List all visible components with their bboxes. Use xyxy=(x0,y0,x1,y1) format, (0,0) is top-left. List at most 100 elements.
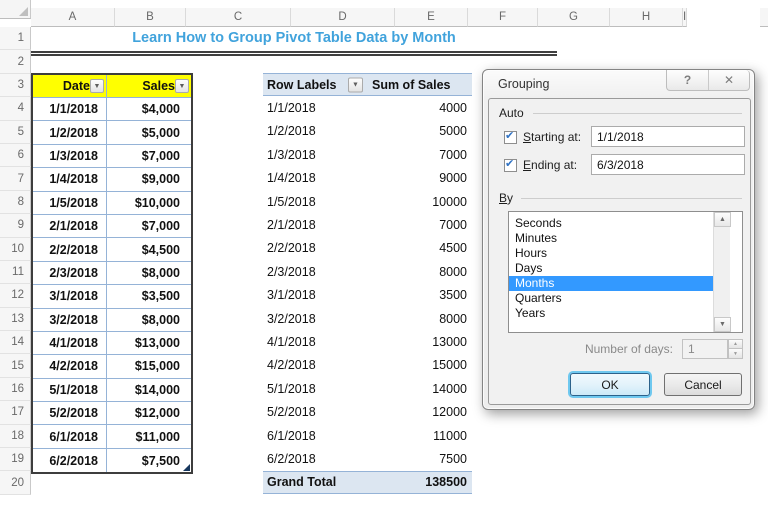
by-option[interactable]: Days xyxy=(509,261,726,276)
sales-cell[interactable]: $3,500 xyxy=(107,285,191,308)
sales-cell[interactable]: $11,000 xyxy=(107,425,191,448)
date-cell[interactable]: 2/2/2018 xyxy=(33,238,107,261)
row-header[interactable]: 17 xyxy=(0,401,31,424)
starting-at-checkbox[interactable]: ✔ xyxy=(504,131,517,144)
by-option[interactable]: Quarters xyxy=(509,291,726,306)
sales-cell[interactable]: $8,000 xyxy=(107,262,191,285)
close-icon[interactable]: ✕ xyxy=(708,70,749,90)
date-cell[interactable]: 1/4/2018 xyxy=(33,168,107,191)
column-header[interactable]: I xyxy=(683,8,687,27)
pivot-value-cell[interactable]: 7500 xyxy=(368,447,472,470)
column-header[interactable]: D xyxy=(291,8,395,27)
column-header[interactable]: B xyxy=(115,8,186,27)
pivot-value-cell[interactable]: 10000 xyxy=(368,190,472,213)
date-cell[interactable]: 1/2/2018 xyxy=(33,121,107,144)
row-header[interactable]: 5 xyxy=(0,121,31,144)
pivot-date-cell[interactable]: 3/1/2018 xyxy=(263,284,368,307)
pivot-date-cell[interactable]: 5/2/2018 xyxy=(263,400,368,423)
pivot-date-cell[interactable]: 1/1/2018 xyxy=(263,96,368,119)
table-resize-handle[interactable] xyxy=(183,464,190,471)
row-header[interactable]: 15 xyxy=(0,354,31,377)
pivot-value-cell[interactable]: 12000 xyxy=(368,400,472,423)
pivot-date-cell[interactable]: 4/2/2018 xyxy=(263,354,368,377)
column-header[interactable]: A xyxy=(31,8,115,27)
column-header[interactable]: C xyxy=(186,8,291,27)
date-cell[interactable]: 6/2/2018 xyxy=(33,449,107,472)
row-header[interactable]: 10 xyxy=(0,238,31,261)
row-header[interactable]: 20 xyxy=(0,471,31,494)
row-labels-filter-dropdown-icon[interactable]: ▼ xyxy=(348,77,363,92)
pivot-date-cell[interactable]: 4/1/2018 xyxy=(263,330,368,353)
row-header[interactable]: 12 xyxy=(0,284,31,307)
row-header[interactable]: 14 xyxy=(0,331,31,354)
scroll-down-icon[interactable]: ▼ xyxy=(714,317,731,332)
row-header[interactable]: 13 xyxy=(0,308,31,331)
pivot-value-cell[interactable]: 8000 xyxy=(368,260,472,283)
row-header[interactable]: 8 xyxy=(0,191,31,214)
sales-cell[interactable]: $8,000 xyxy=(107,309,191,332)
pivot-date-cell[interactable]: 3/2/2018 xyxy=(263,307,368,330)
sales-cell[interactable]: $7,500 xyxy=(107,449,191,472)
pivot-value-cell[interactable]: 11000 xyxy=(368,424,472,447)
spin-up-icon[interactable]: ▲ xyxy=(728,339,743,349)
column-header[interactable]: F xyxy=(468,8,538,27)
pivot-date-cell[interactable]: 2/3/2018 xyxy=(263,260,368,283)
date-filter-dropdown-icon[interactable]: ▼ xyxy=(90,79,104,93)
ok-button[interactable]: OK xyxy=(570,373,650,396)
row-header[interactable]: 2 xyxy=(0,50,31,73)
date-cell[interactable]: 6/1/2018 xyxy=(33,425,107,448)
ending-at-checkbox[interactable]: ✔ xyxy=(504,159,517,172)
pivot-date-cell[interactable]: 1/2/2018 xyxy=(263,120,368,143)
row-header[interactable]: 9 xyxy=(0,214,31,237)
sales-cell[interactable]: $13,000 xyxy=(107,332,191,355)
pivot-value-cell[interactable]: 8000 xyxy=(368,307,472,330)
pivot-date-cell[interactable]: 5/1/2018 xyxy=(263,377,368,400)
sales-cell[interactable]: $15,000 xyxy=(107,355,191,378)
ending-at-field[interactable]: 6/3/2018 xyxy=(591,154,745,175)
date-cell[interactable]: 1/1/2018 xyxy=(33,98,107,121)
sales-cell[interactable]: $4,500 xyxy=(107,238,191,261)
sheet-title-cell[interactable]: Learn How to Group Pivot Table Data by M… xyxy=(31,27,557,56)
by-option[interactable]: Seconds xyxy=(509,216,726,231)
cancel-button[interactable]: Cancel xyxy=(664,373,742,396)
row-header[interactable]: 6 xyxy=(0,144,31,167)
pivot-value-cell[interactable]: 14000 xyxy=(368,377,472,400)
row-header[interactable]: 19 xyxy=(0,448,31,471)
help-icon[interactable]: ? xyxy=(667,70,708,90)
sales-cell[interactable]: $7,000 xyxy=(107,145,191,168)
pivot-value-cell[interactable]: 4500 xyxy=(368,237,472,260)
date-cell[interactable]: 3/1/2018 xyxy=(33,285,107,308)
pivot-date-cell[interactable]: 1/4/2018 xyxy=(263,167,368,190)
date-cell[interactable]: 4/1/2018 xyxy=(33,332,107,355)
row-header[interactable]: 16 xyxy=(0,378,31,401)
row-header[interactable]: 18 xyxy=(0,425,31,448)
pivot-value-cell[interactable]: 4000 xyxy=(368,96,472,119)
by-option[interactable]: Months xyxy=(509,276,726,291)
date-column-header[interactable]: Date ▼ xyxy=(33,75,107,98)
pivot-date-cell[interactable]: 1/3/2018 xyxy=(263,143,368,166)
date-cell[interactable]: 2/1/2018 xyxy=(33,215,107,238)
by-option[interactable]: Minutes xyxy=(509,231,726,246)
row-header[interactable]: 7 xyxy=(0,167,31,190)
pivot-date-cell[interactable]: 1/5/2018 xyxy=(263,190,368,213)
date-cell[interactable]: 4/2/2018 xyxy=(33,355,107,378)
by-option[interactable]: Years xyxy=(509,306,726,321)
listbox-scrollbar[interactable]: ▲ ▼ xyxy=(713,212,730,332)
sales-cell[interactable]: $4,000 xyxy=(107,98,191,121)
pivot-value-cell[interactable]: 15000 xyxy=(368,354,472,377)
sales-filter-dropdown-icon[interactable]: ▼ xyxy=(175,79,189,93)
sales-cell[interactable]: $5,000 xyxy=(107,121,191,144)
date-cell[interactable]: 3/2/2018 xyxy=(33,309,107,332)
pivot-date-cell[interactable]: 6/2/2018 xyxy=(263,447,368,470)
sales-cell[interactable]: $10,000 xyxy=(107,192,191,215)
pivot-value-cell[interactable]: 13000 xyxy=(368,330,472,353)
pivot-value-cell[interactable]: 7000 xyxy=(368,143,472,166)
pivot-date-cell[interactable]: 2/1/2018 xyxy=(263,213,368,236)
number-of-days-spinner[interactable]: 1 xyxy=(682,339,728,359)
pivot-value-cell[interactable]: 9000 xyxy=(368,167,472,190)
scroll-up-icon[interactable]: ▲ xyxy=(714,212,731,227)
sales-cell[interactable]: $14,000 xyxy=(107,379,191,402)
row-labels-header[interactable]: Row Labels ▼ xyxy=(263,73,368,96)
grand-total-value-cell[interactable]: 138500 xyxy=(368,471,472,494)
grand-total-label-cell[interactable]: Grand Total xyxy=(263,471,368,494)
